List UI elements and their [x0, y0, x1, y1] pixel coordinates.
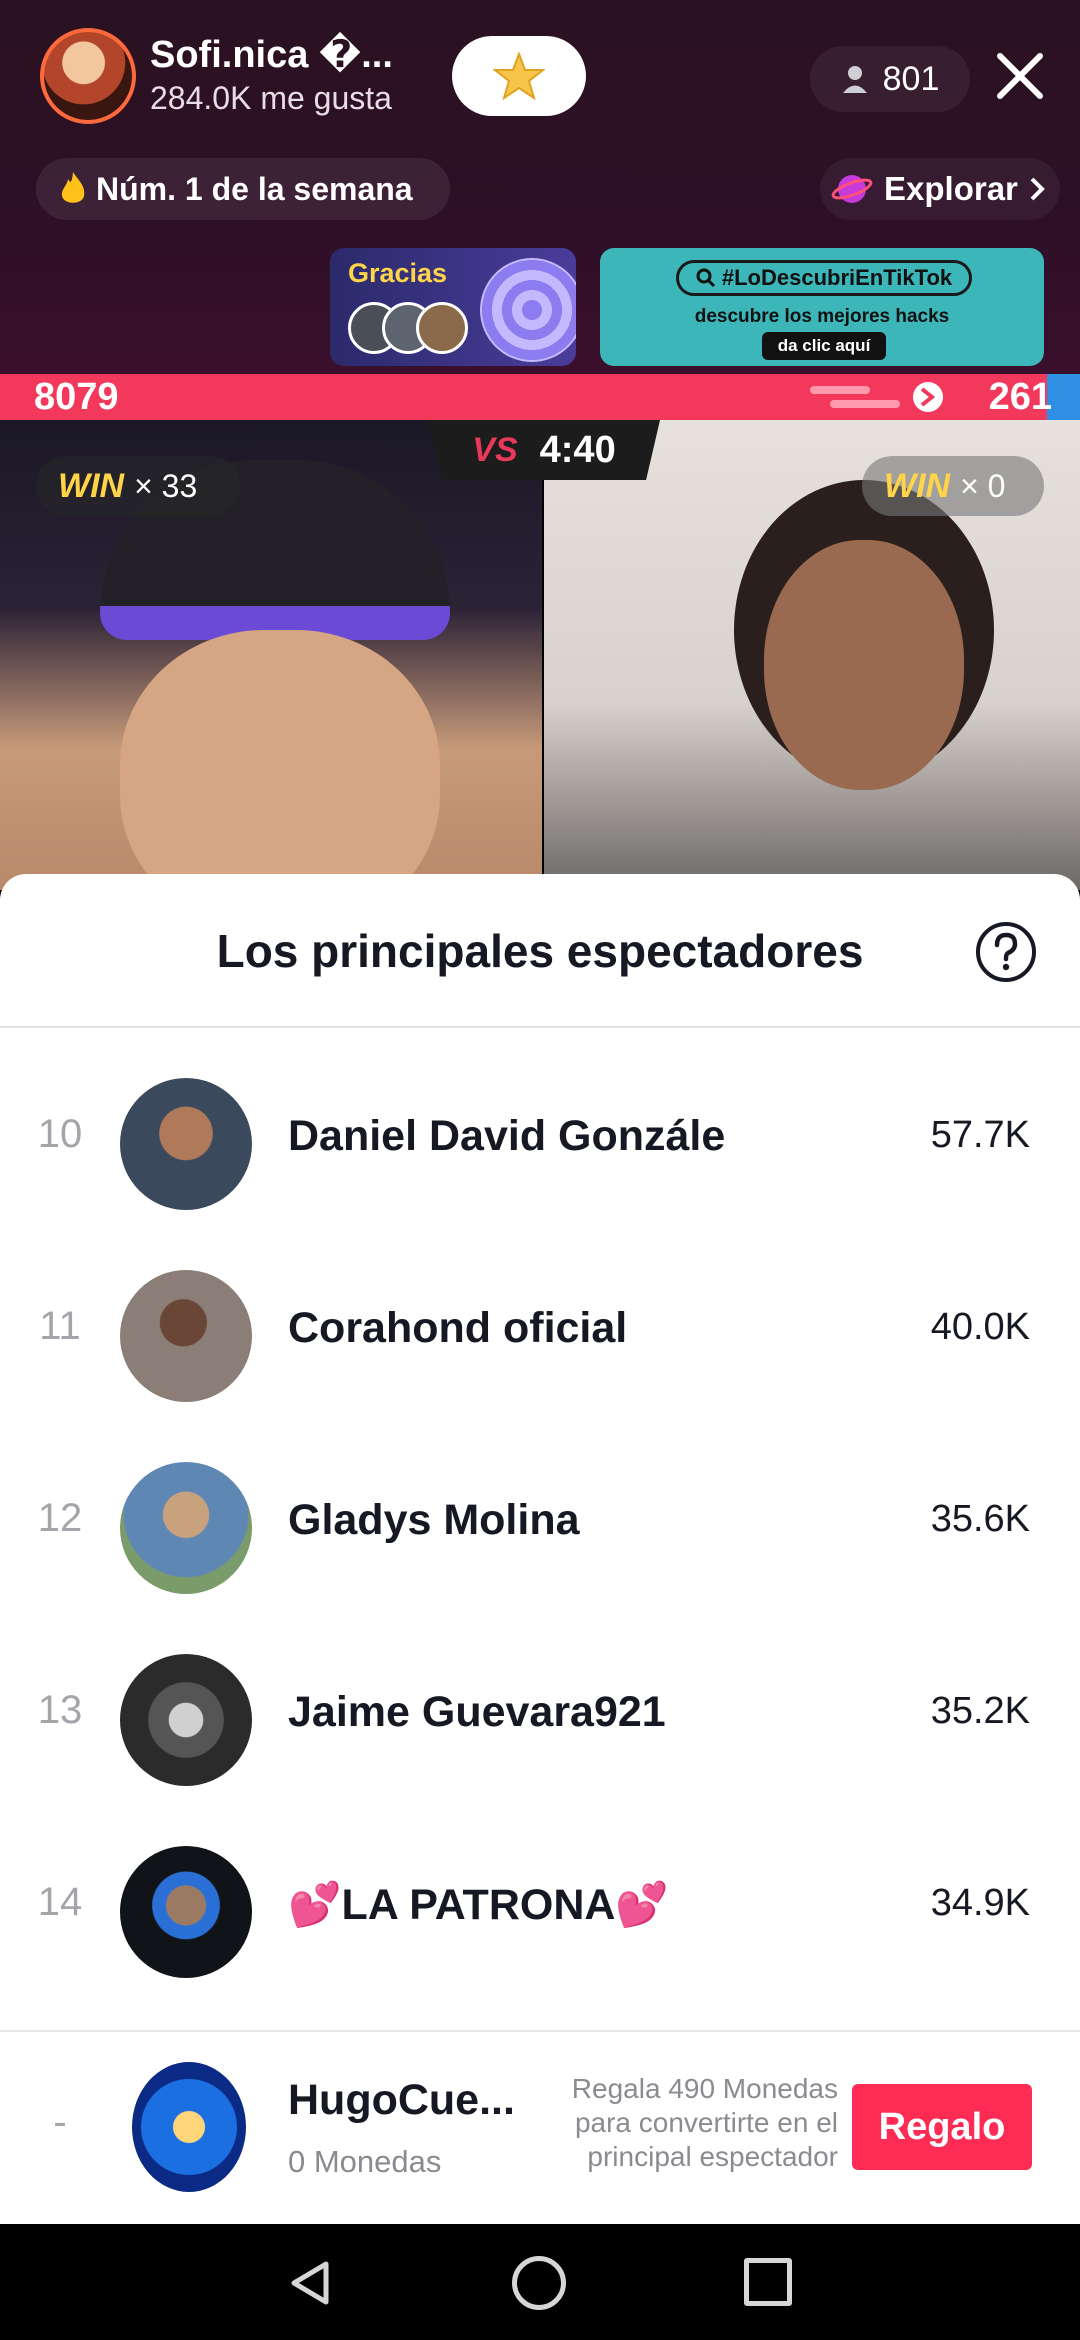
viewer-coins: 40.0K [930, 1306, 1030, 1348]
my-coins: 0 Monedas [288, 2144, 442, 2179]
system-nav-bar [0, 2224, 1080, 2340]
home-icon[interactable] [512, 2256, 566, 2310]
sheet-title: Los principales espectadores [216, 925, 864, 977]
host-profile[interactable]: Sofi.nica �... 284.0K me gusta [38, 24, 448, 124]
host-likes: 284.0K me gusta [150, 80, 392, 116]
close-icon[interactable] [990, 46, 1050, 106]
top-viewers-sheet: Los principales espectadores 10 Daniel D… [0, 874, 1080, 2224]
gift-button[interactable]: Regalo [852, 2084, 1032, 2170]
chevron-right-icon [1030, 177, 1045, 201]
viewer-avatar[interactable] [120, 1078, 252, 1210]
host-face [120, 630, 440, 890]
battle-timer: VS 4:40 [428, 420, 660, 480]
vs-icon: VS [472, 430, 518, 469]
right-win-streak: WIN × 0 [862, 456, 1044, 516]
weekly-rank-chip[interactable]: Núm. 1 de la semana [36, 158, 450, 220]
left-score: 8079 [34, 376, 119, 418]
viewer-rank: 13 [37, 1688, 83, 1732]
host-name: Sofi.nica �... [150, 34, 393, 76]
viewer-avatar[interactable] [120, 1654, 252, 1786]
battle-time: 4:40 [539, 428, 616, 471]
my-avatar[interactable] [132, 2062, 246, 2192]
viewer-count-value: 801 [882, 59, 940, 98]
host-avatar[interactable] [40, 28, 136, 124]
my-rank-bar: - HugoCue... 0 Monedas Regala 490 Moneda… [0, 2030, 1080, 2224]
promo-cta[interactable]: da clic aquí [762, 332, 886, 360]
promo-subtitle: descubre los mejores hacks [694, 306, 950, 327]
right-win-count: × 0 [960, 467, 1006, 504]
battle-score-bar: 8079 261 [0, 374, 1080, 420]
back-icon[interactable] [286, 2258, 336, 2308]
viewer-avatar[interactable] [120, 1270, 252, 1402]
viewer-name: Gladys Molina [288, 1496, 580, 1544]
recents-icon[interactable] [744, 2258, 792, 2306]
viewer-row[interactable]: 12 Gladys Molina 35.6K [0, 1430, 1080, 1622]
promo-hashtag-text: #LoDescubriEnTikTok [721, 265, 953, 290]
viewer-row[interactable]: 14 💕LA PATRONA💕 34.9K [0, 1814, 1080, 2006]
weekly-rank-label: Núm. 1 de la semana [96, 170, 413, 207]
search-icon [696, 268, 715, 288]
viewer-avatar[interactable] [120, 1846, 252, 1978]
viewer-name: Corahond oficial [288, 1304, 628, 1352]
viewer-row[interactable]: 11 Corahond oficial 40.0K [0, 1238, 1080, 1430]
viewer-coins: 34.9K [930, 1882, 1030, 1924]
win-label: WIN [884, 466, 951, 505]
viewer-rank: 14 [37, 1880, 83, 1924]
left-win-streak: WIN × 33 [36, 456, 240, 516]
viewer-rank: 12 [37, 1496, 83, 1540]
viewer-count[interactable]: 801 [810, 46, 970, 112]
win-label: WIN [58, 466, 125, 505]
planet-icon [831, 175, 873, 203]
help-icon[interactable] [974, 920, 1038, 984]
viewer-avatar[interactable] [120, 1462, 252, 1594]
opponent-face [764, 540, 964, 790]
person-icon [842, 66, 867, 93]
star-icon [493, 52, 545, 100]
viewer-coins: 57.7K [930, 1114, 1030, 1156]
right-score: 261 [988, 376, 1052, 418]
my-rank: - [53, 2100, 67, 2144]
viewer-coins: 35.6K [930, 1498, 1030, 1540]
target-icon [480, 258, 576, 362]
promo-hashtag: #LoDescubriEnTikTok [676, 260, 972, 296]
viewer-row[interactable]: 10 Daniel David Gonzále 57.7K [0, 1046, 1080, 1238]
viewer-name: 💕LA PATRONA💕 [288, 1881, 669, 1929]
viewer-name: Daniel David Gonzále [288, 1112, 726, 1160]
fire-icon [61, 172, 85, 203]
viewer-rank: 11 [39, 1304, 81, 1348]
explore-label: Explorar [884, 170, 1018, 207]
follow-button[interactable] [452, 36, 586, 116]
streak-effect-icon [810, 382, 943, 412]
live-header: Sofi.nica �... 284.0K me gusta 801 Núm. … [0, 0, 1080, 375]
viewer-coins: 35.2K [930, 1690, 1030, 1732]
sheet-divider [0, 1026, 1080, 1028]
viewer-row[interactable]: 13 Jaime Guevara921 35.2K [0, 1622, 1080, 1814]
gifter-avatar [416, 302, 468, 354]
gift-hint: Regala 490 Monedas para convertirte en e… [571, 2073, 838, 2172]
promo-banner[interactable]: #LoDescubriEnTikTok descubre los mejores… [600, 248, 1044, 366]
gracias-banner[interactable]: Gracias [330, 248, 576, 366]
gracias-label: Gracias [348, 258, 448, 288]
left-win-count: × 33 [134, 467, 198, 504]
viewer-name: Jaime Guevara921 [288, 1688, 666, 1736]
explore-button[interactable]: Explorar [820, 158, 1060, 220]
my-name: HugoCue... [288, 2076, 515, 2124]
viewer-rank: 10 [37, 1112, 83, 1156]
